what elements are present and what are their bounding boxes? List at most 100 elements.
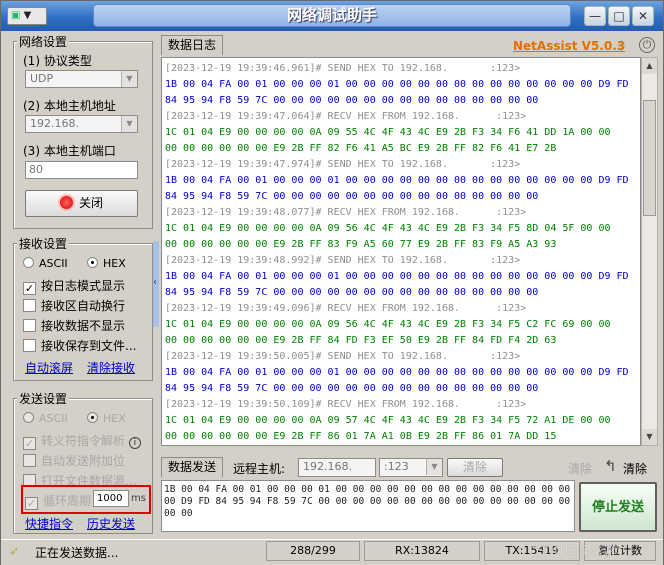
auto-wrap-checkbox[interactable]: 接收区自动换行 [23,297,125,314]
checkmark-icon: ✓ [25,497,38,510]
clear-arrow-icon[interactable]: ↰ [604,457,617,475]
send-payload-input[interactable]: 1B 00 04 FA 00 01 00 00 00 01 00 00 00 0… [161,480,575,532]
loop-period-checkbox[interactable]: ✓ 循环周期 [25,492,91,510]
scroll-thumb[interactable] [643,100,656,216]
host-port-label: (3) 本地主机端口 [23,144,116,158]
checkmark-icon: ✓ [23,437,36,450]
log-send-line: 1B 00 04 FA 00 01 00 00 00 01 00 00 00 0… [165,367,629,378]
tab-data-send[interactable]: 数据发送 [161,457,223,477]
menu-arrow-icon: ▼ [23,10,32,21]
close-window-button[interactable]: ✕ [632,6,654,26]
auto-wrap-label: 接收区自动换行 [41,299,126,313]
recv-hex-radio[interactable]: HEX [87,257,126,270]
log-recv-line: 00 00 00 00 00 00 E9 2B FF 83 F9 A5 60 7… [165,239,557,250]
scroll-down-icon[interactable]: ▼ [642,429,657,445]
log-send-line: 84 95 94 F8 59 7C 00 00 00 00 00 00 00 0… [165,95,539,106]
remote-port-select[interactable]: :123 ▼ [379,458,443,477]
app-menu-button[interactable]: ▣ ▼ [7,7,47,25]
protocol-select[interactable]: UDP ▼ [25,70,138,88]
chevron-down-icon: ▼ [121,71,137,87]
protocol-label: (1) 协议类型 [23,54,92,68]
save-file-checkbox[interactable]: 接收保存到文件... [23,337,149,354]
radio-checked-icon [87,257,98,268]
radio-icon [23,412,34,423]
auto-append-label: 自动发送附加位 [41,454,126,468]
counter-pane: 288/299 [266,541,360,561]
record-dot-icon [59,196,73,209]
rx-pane: RX:13824 [364,541,480,561]
log-recv-line: 00 00 00 00 00 00 E9 2B FF 84 FD F3 EF 5… [165,335,557,346]
log-send-line: 84 95 94 F8 59 7C 00 00 00 00 00 00 00 0… [165,191,539,202]
log-send-line: 84 95 94 F8 59 7C 00 00 00 00 00 00 00 0… [165,287,539,298]
log-recv-line: 00 00 00 00 00 00 E9 2B FF 86 01 7A A1 0… [165,431,557,442]
loop-unit: ms [131,493,146,504]
close-connection-button[interactable]: 关闭 [25,190,138,217]
radio-checked-icon [87,412,98,423]
clear-input-label[interactable]: 清除 [623,460,647,477]
chevron-down-icon: ▼ [426,459,442,475]
log-header-line: [2023-12-19 19:39:48.077]# RECV HEX FROM… [165,207,527,218]
log-mode-checkbox[interactable]: ✓ 按日志模式显示 [23,277,125,295]
auto-scroll-link[interactable]: 自动滚屏 [25,359,73,376]
protocol-value: UDP [30,72,54,85]
log-view[interactable]: [2023-12-19 19:39:46.961]# SEND HEX TO 1… [161,57,641,446]
sending-icon: ➶ [9,544,20,558]
minimize-button[interactable]: — [584,6,606,26]
escape-parse-label: 转义符指令解析 [41,434,126,448]
send-hex-radio[interactable]: HEX [87,412,126,425]
scroll-up-icon[interactable]: ▲ [642,58,657,74]
loop-period-label: 循环周期 [43,494,92,508]
history-link[interactable]: 历史发送 [87,515,135,532]
log-recv-line: 1C 01 04 E9 00 00 00 00 0A 09 56 4C 4F 4… [165,223,611,234]
log-scrollbar[interactable]: ▲ ▼ [641,57,658,446]
close-label: 关闭 [78,196,103,210]
recv-hex-label: HEX [103,257,126,270]
recv-ascii-label: ASCII [39,257,68,270]
send-settings-title: 发送设置 [17,390,70,407]
log-send-line: 1B 00 04 FA 00 01 00 00 00 01 00 00 00 0… [165,271,629,282]
send-ascii-radio[interactable]: ASCII [23,412,68,425]
clear-remote-button[interactable]: 清除 [447,458,503,477]
checkbox-icon [23,299,36,312]
send-hex-label: HEX [103,412,126,425]
shortcut-link[interactable]: 快捷指令 [25,515,73,532]
host-addr-label: (2) 本地主机地址 [23,99,116,113]
checkbox-icon [23,339,36,352]
power-icon[interactable]: ⏻ [639,37,655,53]
escape-parse-checkbox[interactable]: ✓ 转义符指令解析 i [23,432,141,450]
log-send-line: 84 95 94 F8 59 7C 00 00 00 00 00 00 00 0… [165,383,539,394]
log-recv-line: 1C 01 04 E9 00 00 00 00 0A 09 56 4C 4F 4… [165,319,611,330]
maximize-button[interactable]: □ [608,6,630,26]
checkmark-icon: ✓ [23,282,36,295]
clear-send-label[interactable]: 清除 [568,460,592,477]
diamond-icon[interactable]: ♢ [615,37,628,55]
loop-period-input[interactable]: 1000 [93,490,129,507]
log-send-line: 1B 00 04 FA 00 01 00 00 00 01 00 00 00 0… [165,79,629,90]
host-addr-select[interactable]: 192.168. ▼ [25,115,138,133]
log-header-line: [2023-12-19 19:39:47.974]# SEND HEX TO 1… [165,159,521,170]
no-display-label: 接收数据不显示 [41,319,126,333]
recv-settings-title: 接收设置 [17,235,70,252]
tab-data-log[interactable]: 数据日志 [161,35,223,55]
clear-recv-link[interactable]: 清除接收 [87,359,135,376]
send-ascii-label: ASCII [39,412,68,425]
status-text: 正在发送数据... [35,546,119,560]
remote-host-label: 远程主机: [233,462,286,476]
log-mode-label: 按日志模式显示 [41,279,126,293]
net-settings-title: 网络设置 [17,33,70,50]
radio-icon [23,257,34,268]
stop-send-button[interactable]: 停止发送 [579,482,657,532]
info-icon[interactable]: i [128,437,141,449]
log-header-line: [2023-12-19 19:39:50.005]# SEND HEX TO 1… [165,351,521,362]
auto-append-checkbox[interactable]: 自动发送附加位 [23,452,125,469]
log-recv-line: 00 00 00 00 00 00 E9 2B FF 82 F6 41 A5 B… [165,143,557,154]
remote-host-input[interactable]: 192.168. [298,458,376,477]
recv-ascii-radio[interactable]: ASCII [23,257,68,270]
host-port-input[interactable]: 80 [25,161,138,179]
log-recv-line: 1C 01 04 E9 00 00 00 00 0A 09 57 4C 4F 4… [165,415,611,426]
log-header-line: [2023-12-19 19:39:50.109]# RECV HEX FROM… [165,399,527,410]
collapse-arrow-icon[interactable]: ‹ [153,277,157,288]
brand-link[interactable]: NetAssist V5.0.3 [513,39,625,53]
log-recv-line: 1C 01 04 E9 00 00 00 00 0A 09 55 4C 4F 4… [165,127,611,138]
no-display-checkbox[interactable]: 接收数据不显示 [23,317,125,334]
